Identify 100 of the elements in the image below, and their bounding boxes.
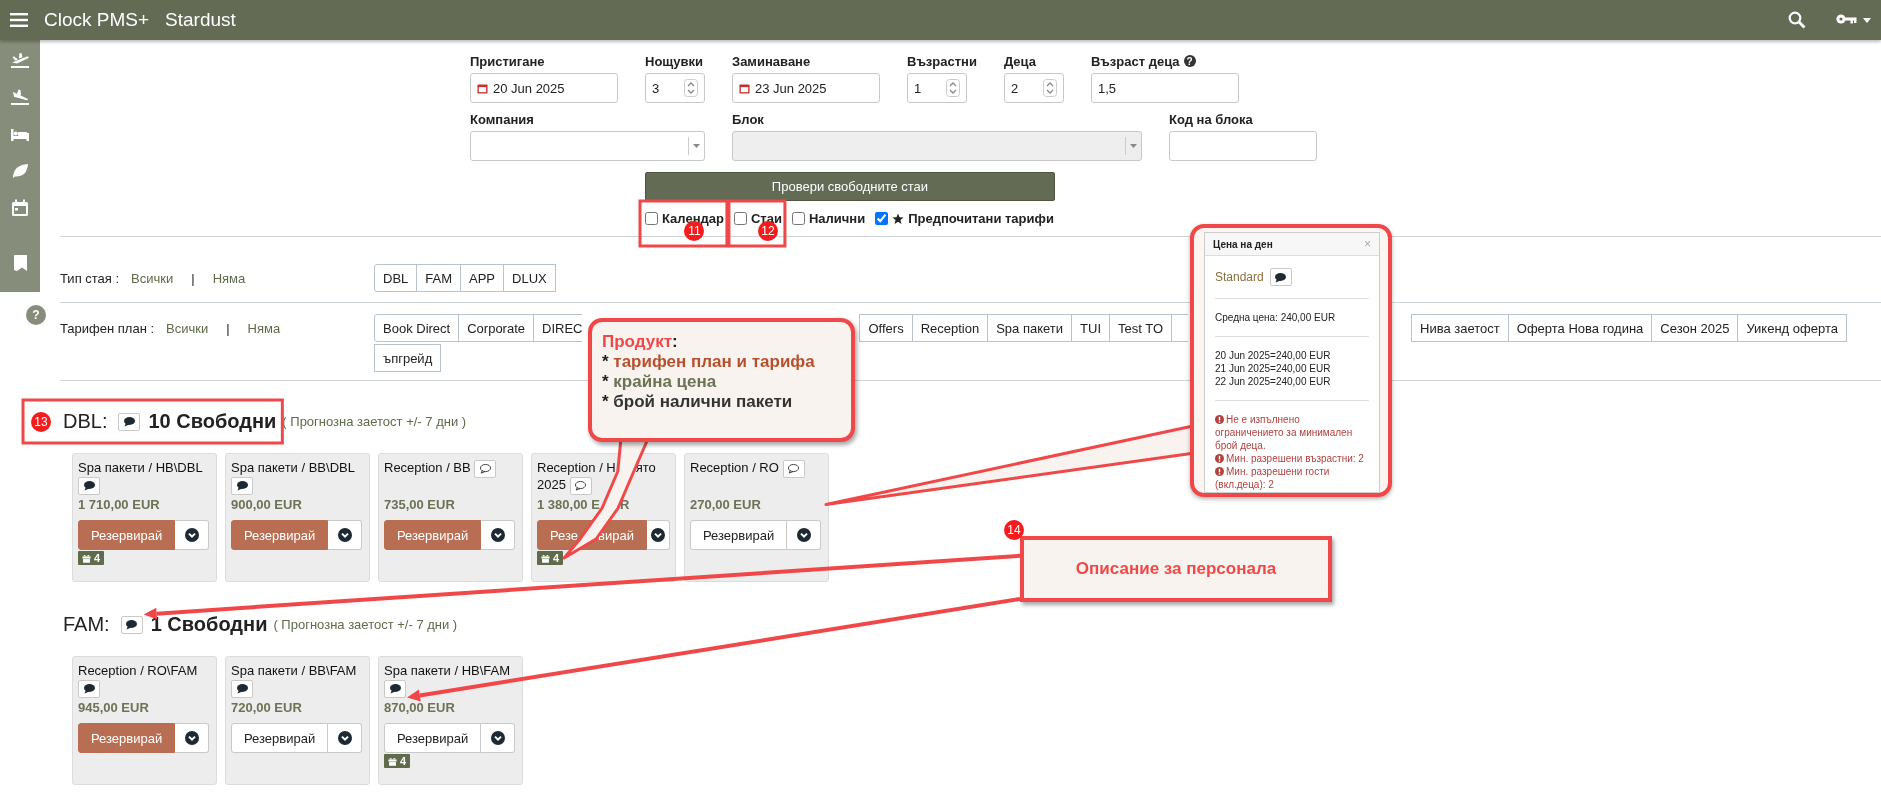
plane-arrival-icon[interactable] [10,87,30,107]
night-price: 20 Jun 2025=240,00 EUR [1215,349,1332,362]
comment-button[interactable] [782,459,805,478]
none-link[interactable]: Няма [247,320,281,336]
comment-button[interactable] [78,679,100,698]
filter-button[interactable]: ъпгрейд [374,344,442,372]
caret-icon[interactable] [693,144,700,148]
property-name: Stardust [165,9,236,31]
dropdown-button[interactable] [787,520,822,550]
dropdown-button[interactable] [175,723,210,753]
text-field[interactable]: 1,5 [1090,73,1239,103]
warning-text: Мин. разрешени възрастни: 2 [1215,452,1369,465]
book-button[interactable]: Резервирай [78,520,176,550]
comment-button[interactable] [1269,268,1292,286]
filter-button[interactable]: Сезон 2025 [1651,314,1739,342]
filter-button[interactable]: DBL [374,264,418,292]
comment-button[interactable] [118,412,141,431]
calendar-icon[interactable] [10,198,30,218]
filter-button[interactable]: Уикенд оферта [1737,314,1847,342]
caret-icon[interactable] [1863,17,1871,23]
average-price: Средна цена: 240,00 EUR [1215,311,1337,324]
filter-button[interactable]: Spa пакети [987,314,1073,342]
book-button[interactable]: Резервирай [231,723,329,753]
all-link[interactable]: Всички [131,270,174,286]
filter-button[interactable]: DLUX [503,264,556,292]
filter-button[interactable]: Corporate [458,314,534,342]
warning-text: Не е изпълнено ограничението за минимален брой деца. [1215,413,1354,452]
comment-button[interactable] [78,476,100,495]
filter-button[interactable]: TUI [1071,314,1110,342]
number-field[interactable]: 3 [645,73,705,103]
filter-button[interactable]: DIREC [533,314,583,342]
filter-button[interactable]: Book Direct [374,314,460,342]
comment-button[interactable] [231,679,253,698]
comment-button[interactable] [120,615,143,634]
product-title: Spa пакети / HB\DBL [78,459,211,495]
none-link[interactable]: Няма [212,270,246,286]
filter-button[interactable]: Test TO [1109,314,1173,342]
checkbox-label: Предпочитани тарифи [908,211,1054,226]
chevron-down-icon [796,528,811,542]
key-icon[interactable] [1836,13,1857,27]
number-field[interactable]: 1 [907,73,967,103]
comment-button[interactable] [474,459,497,478]
warning-icon [1215,454,1224,463]
chevron-down-icon [337,528,352,542]
checkbox[interactable] [875,212,889,225]
availability-count: 1 Свободни [150,613,268,636]
help-icon[interactable]: ? [1183,55,1196,67]
filter-button[interactable]: APP [460,264,505,292]
check-availability-button[interactable]: Провери свободните стаи [645,172,1055,201]
callout-line: * крайна цена [602,372,718,392]
checkbox[interactable] [733,212,747,225]
number-field[interactable]: 2 [1003,73,1064,103]
chevron-down-icon [490,731,505,745]
checkbox[interactable] [645,212,658,225]
checkbox[interactable] [791,212,805,225]
date-field[interactable]: 20 Jun 2025 [470,73,618,103]
comment-button[interactable] [384,679,406,698]
filter-button[interactable]: Оферта Нова година [1507,314,1653,342]
product-title: Reception / RO\FAM [78,662,211,698]
book-button[interactable]: Резервирай [78,723,176,753]
separator: | [191,270,195,286]
callout-line: * тарифен план и тарифа [602,352,816,372]
dropdown-button[interactable] [175,520,210,550]
book-button[interactable]: Резервирай [690,520,788,550]
field-label: Компания [470,111,534,127]
filter-button[interactable]: Нива заетост [1411,314,1509,342]
filter-button[interactable]: Offers [859,314,913,342]
dropdown-button[interactable] [328,723,363,753]
leaf-icon[interactable] [10,161,30,181]
gift-icon [388,756,397,766]
spinner-icon[interactable] [1042,79,1057,97]
book-button[interactable]: Резервирай [384,520,482,550]
search-icon[interactable] [1788,11,1806,29]
date-field[interactable]: 23 Jun 2025 [732,73,880,103]
dropdown-button[interactable] [328,520,363,550]
book-button[interactable]: Резервирай [231,520,329,550]
package-count: 4 [537,551,564,565]
chevron-down-icon [651,528,665,542]
calendar-icon [739,82,750,94]
warning-icon [1215,415,1224,424]
filter-button[interactable]: Reception [911,314,989,342]
select-field[interactable] [470,131,705,161]
plane-departure-icon[interactable] [10,50,30,70]
menu-icon[interactable] [10,12,28,28]
comment-button[interactable] [569,476,592,495]
book-button[interactable]: Резервирай [384,723,482,753]
dropdown-button[interactable] [481,520,516,550]
spinner-icon[interactable] [946,79,960,97]
product-price: 735,00 EUR [384,497,456,512]
field-label: Заминаване [732,53,811,69]
spinner-icon[interactable] [684,79,698,97]
package-count: 4 [384,754,411,768]
dropdown-button[interactable] [647,520,670,550]
text-field[interactable] [1169,131,1317,161]
comment-button[interactable] [231,476,253,495]
filter-button[interactable]: FAM [416,264,462,292]
filter-label: Тарифен план : [60,320,155,336]
product-price: 270,00 EUR [690,497,762,512]
all-link[interactable]: Всички [166,320,209,336]
dropdown-button[interactable] [481,723,516,753]
